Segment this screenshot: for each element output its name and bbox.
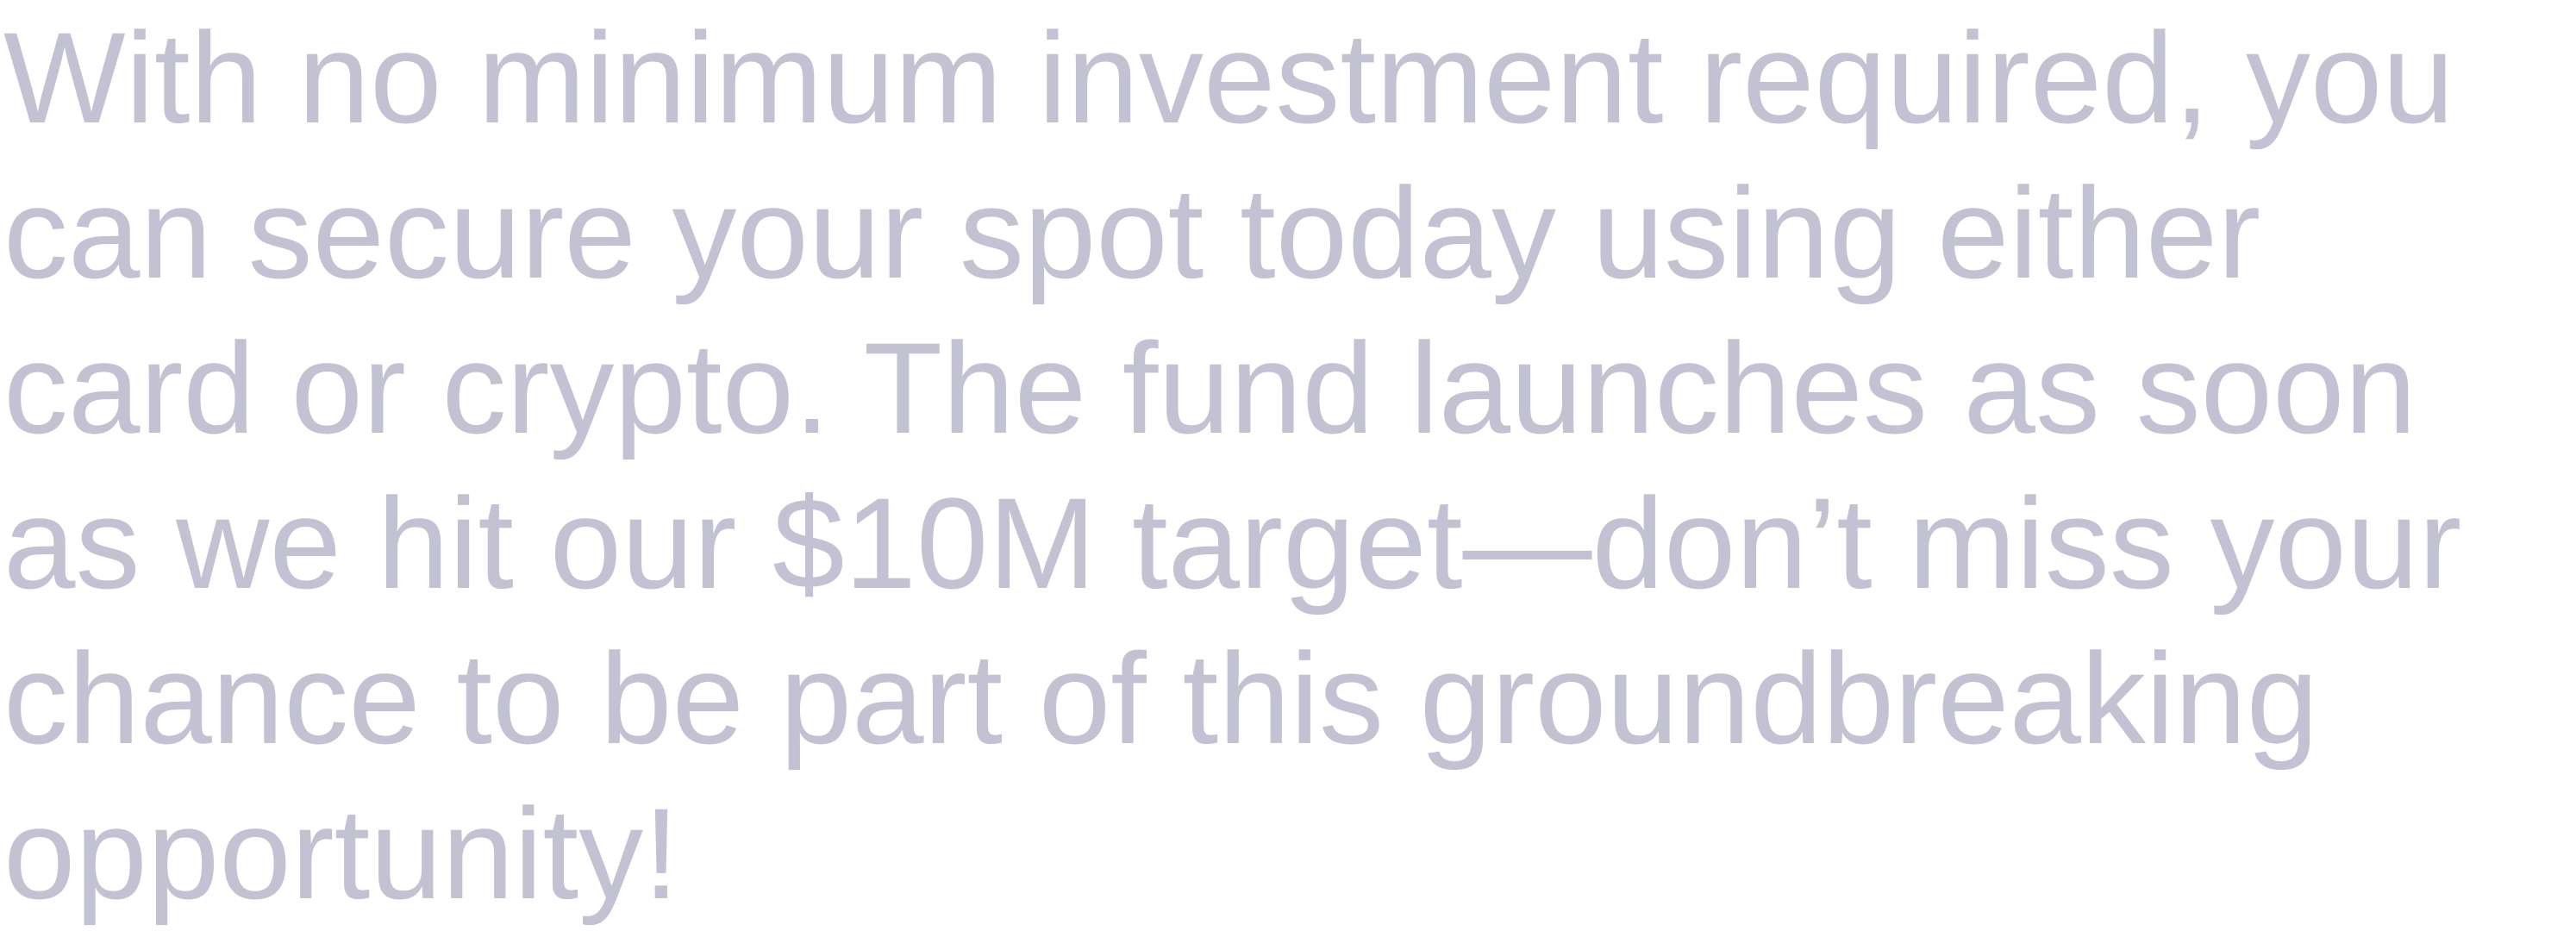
paragraph-line-5: chance to be part of this groundbreaking bbox=[3, 626, 2319, 771]
paragraph-line-1: With no minimum investment required, you bbox=[3, 5, 2454, 150]
promo-paragraph: With no minimum investment required, you… bbox=[0, 0, 2576, 926]
paragraph-line-2: can secure your spot today using either bbox=[3, 160, 2261, 305]
paragraph-line-3: card or crypto. The fund launches as soo… bbox=[3, 316, 2417, 460]
paragraph-line-6: opportunity! bbox=[3, 781, 679, 926]
paragraph-line-4: as we hit our $10M target—don’t miss you… bbox=[3, 471, 2462, 615]
